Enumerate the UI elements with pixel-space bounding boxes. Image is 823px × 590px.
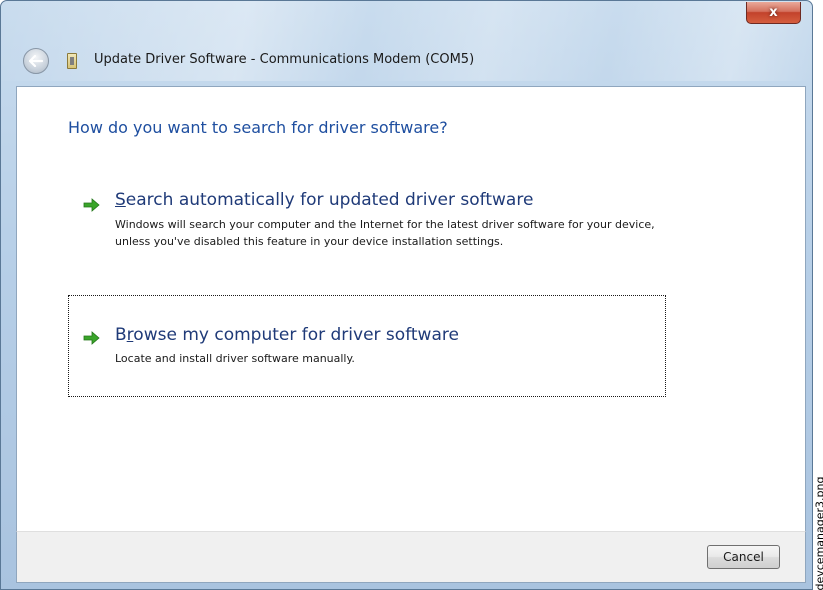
option-description: Locate and install driver software manua…	[115, 352, 355, 365]
update-driver-window: x Update Driver Software - Communication…	[0, 0, 813, 590]
cancel-button[interactable]: Cancel	[707, 545, 780, 569]
back-arrow-icon	[29, 55, 43, 67]
option-description: Windows will search your computer and th…	[115, 218, 655, 248]
filename-label: devcemanager3.png	[814, 476, 823, 590]
device-icon	[67, 53, 77, 69]
search-automatically-option[interactable]: Search automatically for updated driver …	[68, 184, 666, 280]
window-title: Update Driver Software - Communications …	[94, 52, 475, 67]
browse-computer-option[interactable]: Browse my computer for driver software L…	[68, 295, 666, 397]
green-arrow-icon	[83, 198, 100, 212]
wizard-content: How do you want to search for driver sof…	[16, 86, 806, 531]
back-button[interactable]	[23, 48, 49, 74]
close-button[interactable]: x	[746, 2, 801, 24]
green-arrow-icon	[83, 331, 100, 345]
close-icon: x	[769, 5, 778, 20]
option-title: Browse my computer for driver software	[115, 325, 459, 345]
option-title: Search automatically for updated driver …	[115, 190, 534, 210]
button-bar: Cancel	[16, 531, 806, 583]
page-heading: How do you want to search for driver sof…	[68, 118, 448, 137]
